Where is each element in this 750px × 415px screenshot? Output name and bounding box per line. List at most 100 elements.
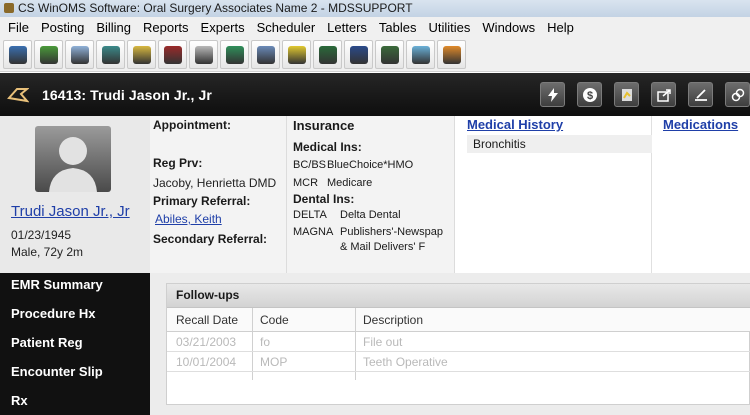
- medical-history-link[interactable]: Medical History: [467, 117, 563, 132]
- svg-text:$: $: [586, 90, 592, 102]
- patient-name-link[interactable]: Trudi Jason Jr., Jr: [11, 203, 130, 220]
- menu-help[interactable]: Help: [541, 18, 580, 38]
- sign-icon[interactable]: [688, 82, 713, 107]
- secondary-referral-label: Secondary Referral:: [153, 232, 268, 246]
- toolbar-button[interactable]: [65, 40, 94, 69]
- dental-ins-name[interactable]: Publishers'-Newspap: [340, 226, 443, 238]
- description-cell: File out: [363, 335, 403, 349]
- patient-icon: [8, 45, 27, 64]
- patient-sex-age: Male, 72y 2m: [11, 245, 84, 259]
- toolbar-button[interactable]: [406, 40, 435, 69]
- toolbar-button[interactable]: [220, 40, 249, 69]
- toolbar-button[interactable]: [158, 40, 187, 69]
- header-actions: $: [528, 82, 750, 107]
- export-icon[interactable]: [651, 82, 676, 107]
- link-icon[interactable]: [725, 82, 750, 107]
- refresh-icon: [411, 45, 430, 64]
- toolbar-button[interactable]: [282, 40, 311, 69]
- description-cell: Teeth Operative: [363, 355, 448, 369]
- table-row[interactable]: 03/21/2003 fo File out: [167, 332, 750, 352]
- code-cell: fo: [260, 335, 271, 349]
- toolbar-button[interactable]: [3, 40, 32, 69]
- reg-prv-label: Reg Prv:: [153, 156, 203, 170]
- menu-scheduler[interactable]: Scheduler: [251, 18, 322, 38]
- medications-link[interactable]: Medications: [663, 117, 738, 132]
- payment-icon: [101, 45, 120, 64]
- nav-patient-reg[interactable]: Patient Reg: [11, 335, 83, 350]
- patient-summary-panel: Trudi Jason Jr., Jr 01/23/1945 Male, 72y…: [0, 116, 150, 275]
- patient-nav: EMR Summary Procedure Hx Patient Reg Enc…: [0, 273, 150, 415]
- medical-history-item: Bronchitis: [467, 135, 652, 153]
- search-doc-icon: [70, 45, 89, 64]
- toolbar: [0, 38, 750, 72]
- menu-windows[interactable]: Windows: [476, 18, 541, 38]
- main-content: Follow-ups Recall Date Code Description …: [150, 273, 750, 415]
- nav-rx[interactable]: Rx: [11, 393, 28, 408]
- toolbar-button[interactable]: [375, 40, 404, 69]
- chess-icon: [163, 45, 182, 64]
- lightning-icon[interactable]: [540, 82, 565, 107]
- nav-encounter-slip[interactable]: Encounter Slip: [11, 364, 103, 379]
- followups-title: Follow-ups: [167, 284, 750, 308]
- toolbar-button[interactable]: [127, 40, 156, 69]
- exit-door-icon: [225, 45, 244, 64]
- medications-panel: Medications: [652, 116, 750, 275]
- appointment-heading: Appointment:: [153, 118, 231, 132]
- form-icon: [256, 45, 275, 64]
- window-titlebar: CS WinOMS Software: Oral Surgery Associa…: [0, 0, 750, 17]
- book-icon: [318, 45, 337, 64]
- toolbar-button[interactable]: [313, 40, 342, 69]
- medical-ins-code: MCR: [293, 177, 319, 189]
- menu-billing[interactable]: Billing: [90, 18, 137, 38]
- toolbar-button[interactable]: [251, 40, 280, 69]
- menu-letters[interactable]: Letters: [321, 18, 373, 38]
- primary-referral-label: Primary Referral:: [153, 194, 251, 208]
- insurance-panel: Insurance Medical Ins: BC/BS BlueChoice*…: [287, 116, 455, 275]
- menu-file[interactable]: File: [2, 18, 35, 38]
- column-header-code[interactable]: Code: [260, 308, 289, 332]
- medical-ins-code: BC/BS: [293, 159, 327, 171]
- primary-referral-link[interactable]: Abiles, Keith: [155, 212, 222, 226]
- dollar-icon[interactable]: $: [577, 82, 602, 107]
- menu-utilities[interactable]: Utilities: [423, 18, 477, 38]
- insurance-heading: Insurance: [293, 118, 355, 133]
- dental-ins-label: Dental Ins:: [293, 192, 355, 206]
- column-header-recall-date[interactable]: Recall Date: [176, 308, 238, 332]
- reg-prv-value: Jacoby, Henrietta DMD: [153, 176, 277, 190]
- toolbar-button[interactable]: [189, 40, 218, 69]
- back-arrow-icon[interactable]: [0, 73, 36, 116]
- app-icon: [4, 3, 14, 13]
- appointment-panel: Appointment: Reg Prv: Jacoby, Henrietta …: [150, 116, 287, 275]
- notes-icon: [194, 45, 213, 64]
- medical-ins-name[interactable]: BlueChoice*HMO: [327, 159, 413, 171]
- letters-icon: [380, 45, 399, 64]
- toolbar-button[interactable]: [34, 40, 63, 69]
- patient-info-area: Trudi Jason Jr., Jr 01/23/1945 Male, 72y…: [0, 116, 750, 275]
- nav-emr-summary[interactable]: EMR Summary: [11, 277, 103, 292]
- toolbar-button[interactable]: [96, 40, 125, 69]
- followups-panel: Follow-ups Recall Date Code Description …: [166, 283, 750, 405]
- dental-ins-code: DELTA: [293, 209, 327, 221]
- table-row[interactable]: 10/01/2004 MOP Teeth Operative: [167, 352, 750, 372]
- menu-reports[interactable]: Reports: [137, 18, 195, 38]
- nav-procedure-hx[interactable]: Procedure Hx: [11, 306, 96, 321]
- medical-ins-name[interactable]: Medicare: [327, 177, 372, 189]
- dental-ins-name-cont: & Mail Delivers' F: [340, 241, 426, 253]
- menu-experts[interactable]: Experts: [195, 18, 251, 38]
- medical-history-panel: Medical History Bronchitis: [456, 116, 652, 275]
- dental-ins-name[interactable]: Delta Dental: [340, 209, 401, 221]
- code-cell: MOP: [260, 355, 288, 369]
- toolbar-button[interactable]: [344, 40, 373, 69]
- sun-calendar-icon: [287, 45, 306, 64]
- avatar[interactable]: [35, 126, 111, 192]
- column-header-description[interactable]: Description: [363, 308, 423, 332]
- tree-icon: [39, 45, 58, 64]
- toolbar-button[interactable]: [437, 40, 466, 69]
- windows-icon: [349, 45, 368, 64]
- chart-icon[interactable]: [614, 82, 639, 107]
- menu-posting[interactable]: Posting: [35, 18, 90, 38]
- menu-tables[interactable]: Tables: [373, 18, 423, 38]
- sticky-note-icon: [132, 45, 151, 64]
- patient-dob: 01/23/1945: [11, 228, 72, 242]
- recall-date-cell: 03/21/2003: [176, 335, 237, 349]
